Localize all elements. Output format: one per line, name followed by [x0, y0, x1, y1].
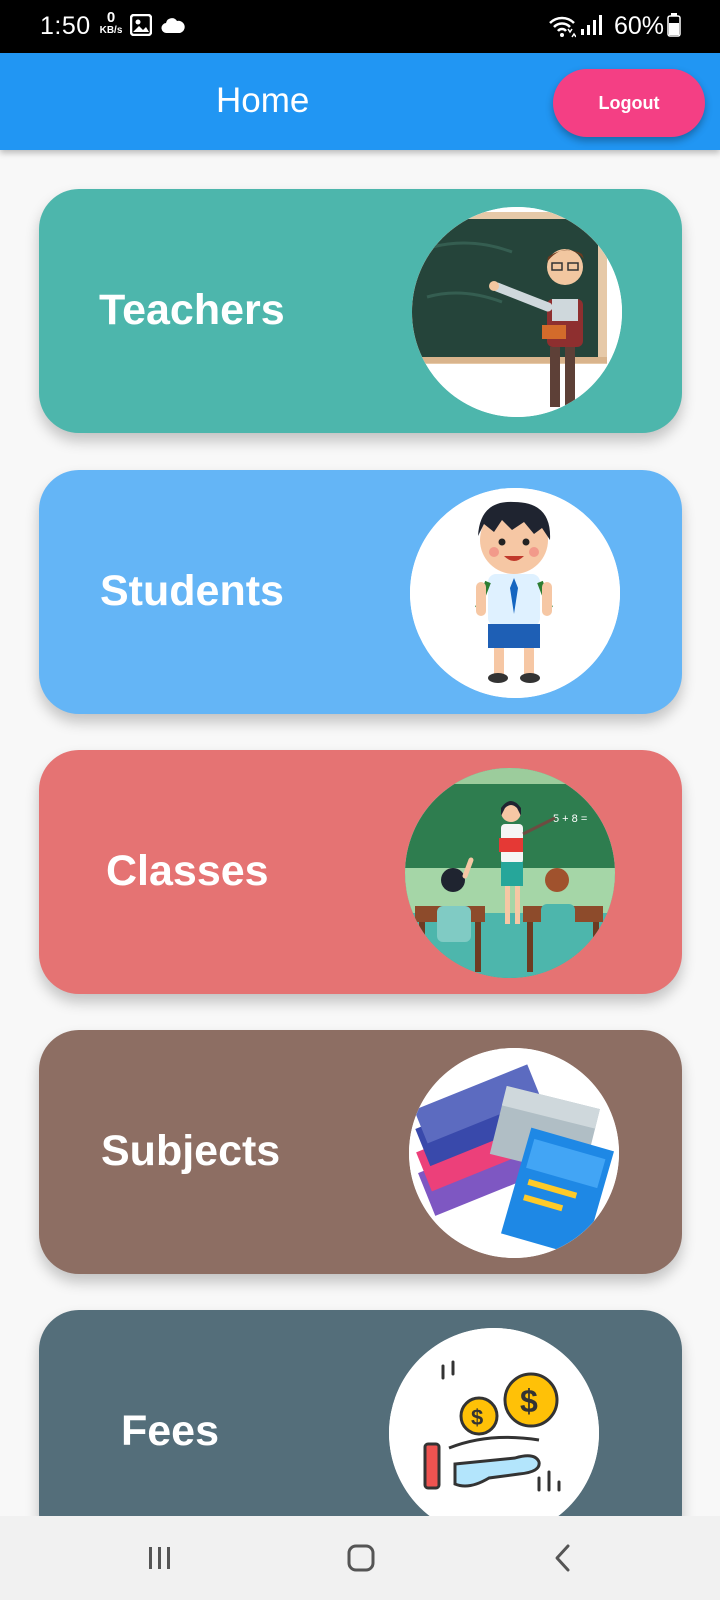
page-title: Home — [216, 81, 310, 120]
svg-text:$: $ — [471, 1405, 483, 1430]
status-bar: 1:50 0 KB/s 60% — [0, 0, 720, 53]
home-screen: 1:50 0 KB/s 60% Home Logout Teachers Stu… — [0, 0, 720, 1600]
home-icon[interactable] — [331, 1536, 391, 1580]
fees-label: Fees — [121, 1407, 220, 1455]
system-nav-bar — [0, 1516, 720, 1600]
students-card[interactable]: Students — [39, 470, 682, 714]
net-speed: 0 KB/s — [98, 10, 124, 36]
battery-icon — [667, 13, 681, 42]
teachers-card[interactable]: Teachers — [39, 189, 682, 433]
svg-text:$: $ — [520, 1383, 538, 1419]
student-illustration-icon — [410, 488, 620, 698]
books-illustration-icon — [409, 1048, 619, 1258]
students-label: Students — [100, 567, 284, 615]
classes-label: Classes — [106, 847, 269, 895]
recent-apps-icon[interactable] — [130, 1536, 190, 1580]
subjects-label: Subjects — [101, 1127, 281, 1175]
net-speed-value: 0 — [106, 9, 116, 26]
subjects-card[interactable]: Subjects — [39, 1030, 682, 1274]
app-bar: Home Logout — [0, 53, 720, 150]
teachers-label: Teachers — [99, 286, 285, 334]
back-icon[interactable] — [533, 1536, 593, 1580]
svg-text:5 + 8 =: 5 + 8 = — [553, 813, 587, 825]
wifi-icon — [548, 14, 577, 43]
fees-illustration-icon: $ $ — [389, 1328, 599, 1538]
signal-icon — [580, 14, 604, 41]
cloud-icon — [161, 16, 185, 39]
logout-button[interactable]: Logout — [553, 69, 705, 137]
classroom-illustration-icon: 5 + 8 = — [405, 768, 615, 978]
net-speed-unit: KB/s — [99, 25, 123, 36]
gallery-icon — [129, 13, 153, 41]
teacher-illustration-icon — [412, 207, 622, 417]
classes-card[interactable]: Classes 5 + 8 = — [39, 750, 682, 994]
status-time: 1:50 — [40, 12, 91, 40]
battery-percent: 60% — [614, 12, 665, 40]
